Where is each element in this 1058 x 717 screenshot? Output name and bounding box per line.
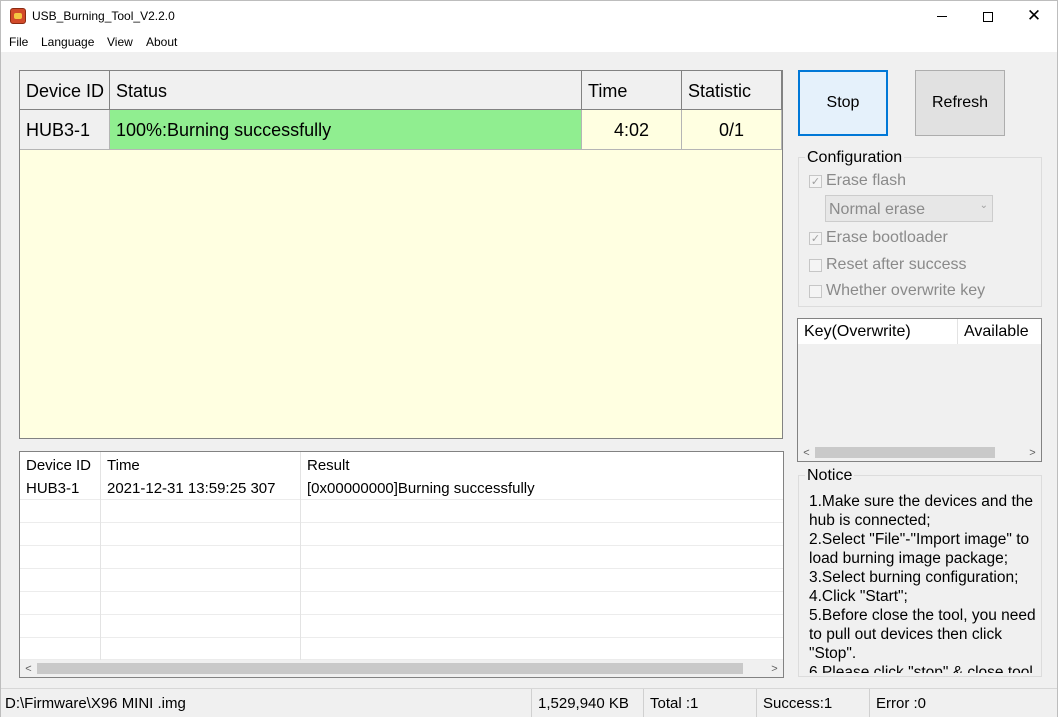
scroll-right-icon[interactable]: > — [1024, 444, 1041, 461]
menu-file[interactable]: File — [9, 35, 28, 49]
title-bar: USB_Burning_Tool_V2.2.0 ✕ — [1, 1, 1057, 32]
key-column-available[interactable]: Available — [958, 319, 1041, 344]
statistic-cell: 0/1 — [682, 110, 782, 149]
time-cell: 4:02 — [582, 110, 682, 149]
key-column-overwrite[interactable]: Key(Overwrite) — [798, 319, 958, 344]
log-row-empty — [20, 592, 783, 615]
stop-button[interactable]: Stop — [798, 70, 888, 136]
reset-after-success-checkbox[interactable]: Reset after success — [809, 256, 967, 274]
status-bar: D:\Firmware\X96 MINI .img 1,529,940 KB T… — [1, 688, 1057, 717]
window-title: USB_Burning_Tool_V2.2.0 — [32, 9, 175, 23]
column-header-time[interactable]: Time — [582, 71, 682, 109]
overwrite-key-checkbox[interactable]: Whether overwrite key — [809, 282, 985, 300]
log-device-id: HUB3-1 — [20, 477, 101, 500]
app-logo-icon — [10, 8, 26, 24]
erase-mode-select[interactable]: Normal erase ⌄ — [825, 195, 993, 222]
checkbox-checked-icon: ✓ — [809, 231, 822, 245]
log-row-empty — [20, 523, 783, 546]
log-scroll-thumb[interactable] — [37, 663, 743, 674]
menu-view[interactable]: View — [107, 35, 133, 49]
total-count: Total :1 — [644, 689, 757, 717]
checkbox-unchecked-icon — [809, 284, 822, 298]
error-count: Error :0 — [876, 695, 927, 712]
maximize-icon — [983, 11, 993, 22]
column-header-status[interactable]: Status — [110, 71, 582, 109]
menu-language[interactable]: Language — [41, 35, 94, 49]
chevron-down-icon: ⌄ — [979, 200, 988, 211]
key-horizontal-scrollbar[interactable]: < > — [798, 444, 1041, 461]
app-window: USB_Burning_Tool_V2.2.0 ✕ File Language … — [0, 0, 1058, 717]
scroll-left-icon[interactable]: < — [20, 660, 37, 677]
device-grid-header: Device ID Status Time Statistic — [20, 71, 782, 110]
notice-text: 1.Make sure the devices and the hub is c… — [809, 493, 1036, 673]
configuration-title: Configuration — [805, 149, 905, 167]
device-row[interactable]: HUB3-1 100%:Burning successfully 4:02 0/… — [20, 110, 782, 150]
minimize-button[interactable] — [919, 1, 965, 32]
log-column-result[interactable]: Result — [301, 452, 783, 477]
log-result: [0x00000000]Burning successfully — [307, 480, 535, 497]
image-path: D:\Firmware\X96 MINI .img — [1, 689, 532, 717]
log-time: 2021-12-31 13:59:25 307 — [101, 477, 301, 500]
image-size: 1,529,940 KB — [532, 689, 644, 717]
menu-about[interactable]: About — [146, 35, 177, 49]
erase-bootloader-label: Erase bootloader — [826, 229, 948, 246]
log-column-time[interactable]: Time — [101, 452, 301, 477]
key-list-header: Key(Overwrite) Available — [798, 319, 1041, 344]
scroll-right-icon[interactable]: > — [766, 660, 783, 677]
checkbox-checked-icon: ✓ — [809, 174, 822, 188]
erase-bootloader-checkbox[interactable]: ✓ Erase bootloader — [809, 229, 948, 247]
log-header: Device ID Time Result — [20, 452, 783, 477]
log-row-empty — [20, 615, 783, 638]
close-button[interactable]: ✕ — [1011, 1, 1057, 32]
erase-mode-value: Normal erase — [829, 201, 926, 218]
log-row[interactable]: HUB3-1 2021-12-31 13:59:25 307 [0x000000… — [20, 477, 783, 500]
minimize-icon — [937, 16, 947, 17]
key-list[interactable]: Key(Overwrite) Available < > — [797, 318, 1042, 462]
erase-flash-label: Erase flash — [826, 172, 907, 189]
refresh-button[interactable]: Refresh — [915, 70, 1005, 136]
maximize-button[interactable] — [965, 1, 1011, 32]
reset-after-success-label: Reset after success — [826, 256, 967, 273]
log-row-empty — [20, 500, 783, 523]
key-scroll-thumb[interactable] — [815, 447, 995, 458]
column-header-device-id[interactable]: Device ID — [20, 71, 110, 109]
overwrite-key-label: Whether overwrite key — [826, 282, 986, 299]
configuration-group: Configuration ✓ Erase flash Normal erase… — [798, 149, 1042, 307]
close-icon: ✕ — [1026, 6, 1042, 26]
scroll-left-icon[interactable]: < — [798, 444, 815, 461]
column-header-statistic[interactable]: Statistic — [682, 71, 782, 109]
device-grid[interactable]: Device ID Status Time Statistic HUB3-1 1… — [19, 70, 783, 439]
status-cell: 100%:Burning successfully — [110, 110, 582, 149]
log-row-empty — [20, 569, 783, 592]
erase-flash-checkbox[interactable]: ✓ Erase flash — [809, 172, 906, 190]
notice-group: Notice 1.Make sure the devices and the h… — [798, 467, 1042, 677]
log-list[interactable]: Device ID Time Result HUB3-1 2021-12-31 … — [19, 451, 784, 678]
success-count: Success:1 — [757, 689, 870, 717]
menu-bar: File Language View About — [1, 32, 1057, 52]
notice-title: Notice — [805, 467, 855, 485]
log-row-empty — [20, 546, 783, 569]
log-column-device-id[interactable]: Device ID — [20, 452, 101, 477]
device-id-cell: HUB3-1 — [20, 110, 110, 149]
log-horizontal-scrollbar[interactable]: < > — [20, 660, 783, 677]
log-row-empty — [20, 638, 783, 660]
checkbox-unchecked-icon — [809, 258, 822, 272]
